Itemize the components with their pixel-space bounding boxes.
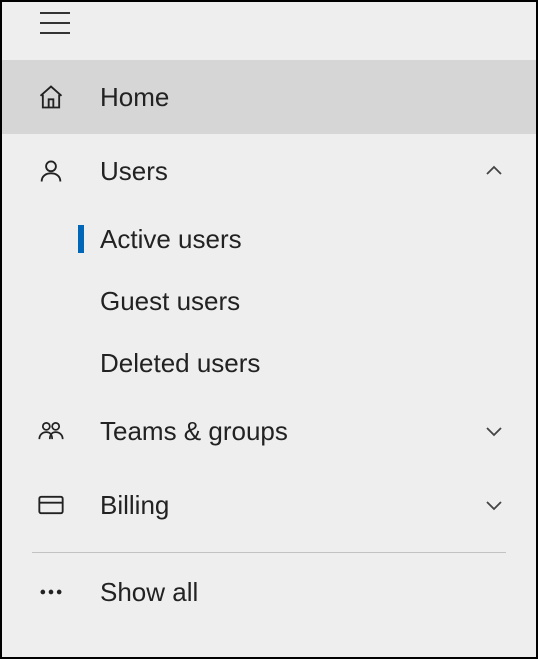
selection-indicator xyxy=(78,225,84,253)
hamburger-menu-button[interactable] xyxy=(40,12,70,34)
divider xyxy=(32,552,506,553)
chevron-down-icon xyxy=(482,419,506,443)
nav-label-billing: Billing xyxy=(100,490,482,521)
nav-item-users[interactable]: Users xyxy=(2,134,536,208)
admin-nav-panel: Home Users Active users Guest users Dele… xyxy=(0,0,538,659)
sub-item-guest-users[interactable]: Guest users xyxy=(2,270,536,332)
chevron-down-icon xyxy=(482,493,506,517)
sub-label-guest-users: Guest users xyxy=(78,286,240,317)
sub-label-deleted-users: Deleted users xyxy=(78,348,260,379)
nav-label-home: Home xyxy=(100,82,506,113)
nav-item-home[interactable]: Home xyxy=(2,60,536,134)
more-horizontal-icon xyxy=(36,577,66,607)
person-icon xyxy=(36,156,66,186)
people-team-icon xyxy=(36,416,66,446)
nav-item-show-all[interactable]: Show all xyxy=(2,555,536,629)
sub-label-active-users: Active users xyxy=(78,224,242,255)
nav-label-teams-groups: Teams & groups xyxy=(100,416,482,447)
nav-item-teams-groups[interactable]: Teams & groups xyxy=(2,394,536,468)
nav-label-show-all: Show all xyxy=(100,577,506,608)
chevron-up-icon xyxy=(482,159,506,183)
nav-label-users: Users xyxy=(100,156,482,187)
sub-item-deleted-users[interactable]: Deleted users xyxy=(2,332,536,394)
sub-item-active-users[interactable]: Active users xyxy=(2,208,536,270)
credit-card-icon xyxy=(36,490,66,520)
home-icon xyxy=(36,82,66,112)
nav-item-billing[interactable]: Billing xyxy=(2,468,536,542)
